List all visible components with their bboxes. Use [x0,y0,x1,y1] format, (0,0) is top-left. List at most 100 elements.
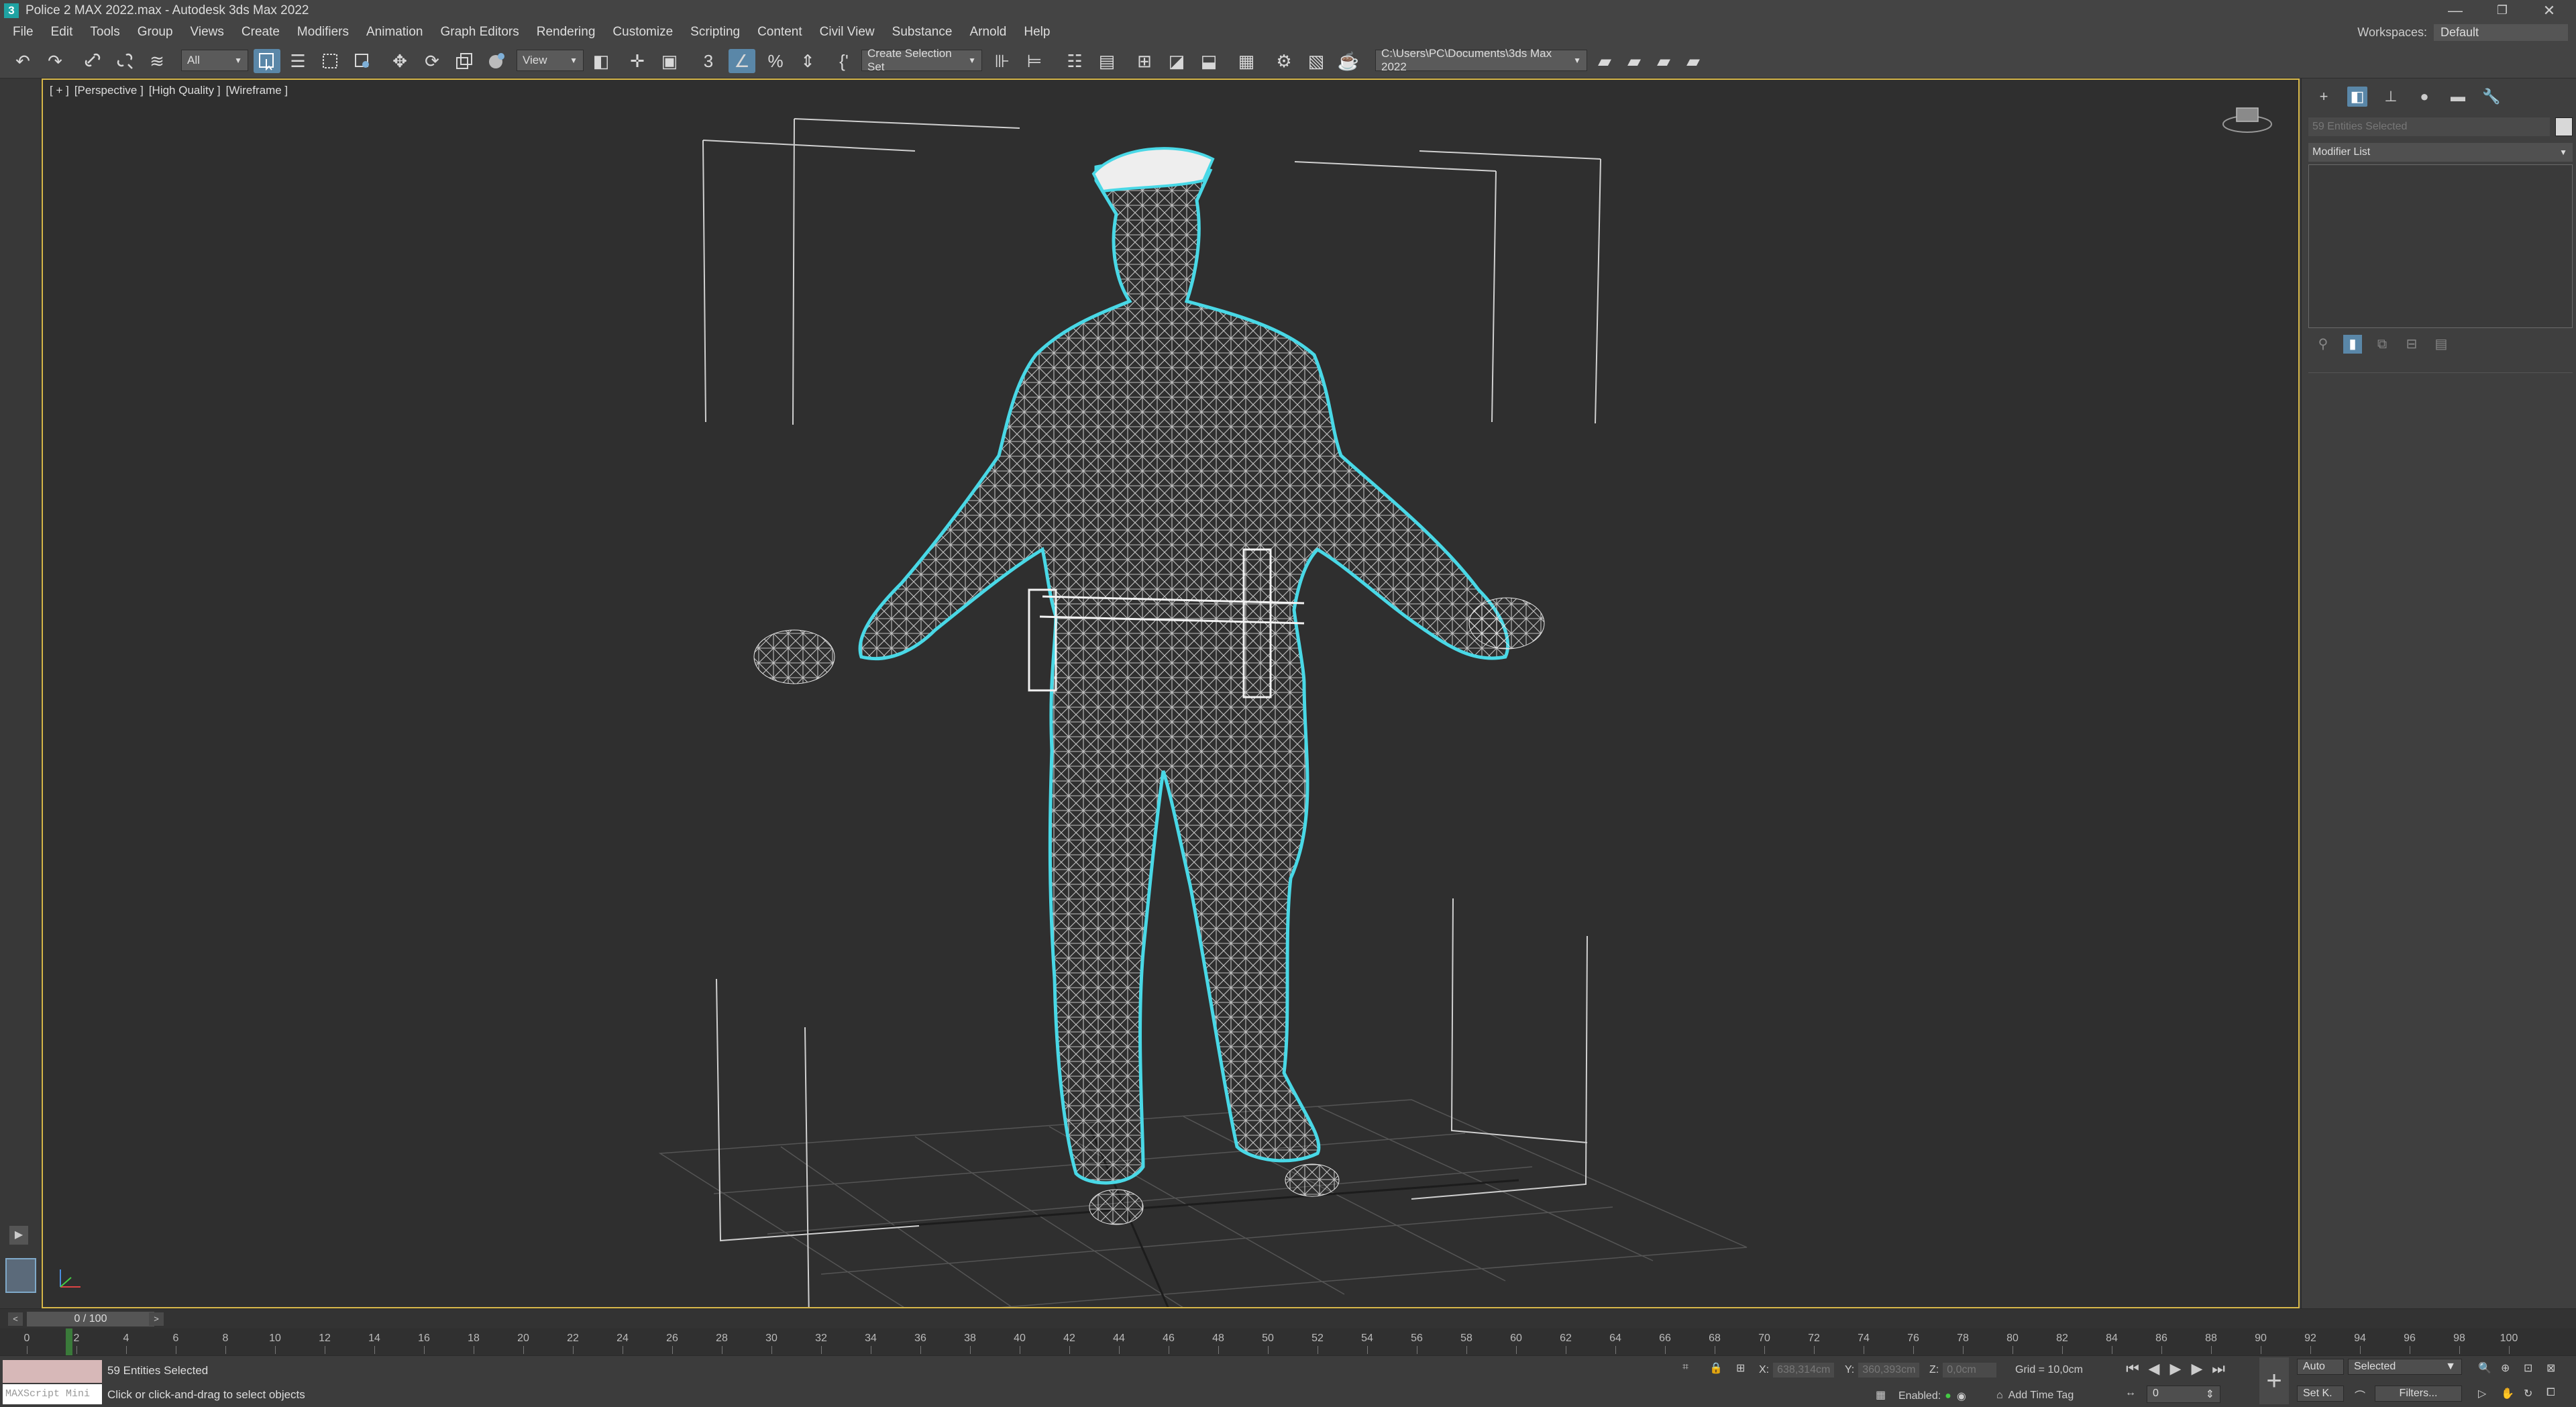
menu-group[interactable]: Group [129,25,182,40]
time-prev-icon[interactable]: < [8,1312,23,1326]
adaptive-degradation-icon[interactable]: ▦ [1876,1388,1886,1402]
menu-edit[interactable]: Edit [42,25,82,40]
set-key-button[interactable]: Set K. [2297,1386,2344,1402]
field-of-view-icon[interactable]: ▷ [2478,1387,2486,1400]
unlink-icon[interactable] [111,49,138,73]
keyboard-shortcut-override-icon[interactable]: ▣ [656,49,683,73]
motion-tab-icon[interactable]: ● [2414,87,2434,107]
menu-animation[interactable]: Animation [358,25,432,40]
redo-icon[interactable]: ↷ [42,49,68,73]
key-tangent-icon[interactable]: ⌒ [2355,1387,2365,1403]
modify-tab-icon[interactable]: ◧ [2347,87,2367,107]
menu-content[interactable]: Content [749,25,811,40]
align-icon[interactable]: ⊨ [1021,49,1048,73]
expand-layout-icon[interactable]: ▶ [9,1226,28,1245]
select-manipulate-icon[interactable]: ✛ [624,49,651,73]
menu-create[interactable]: Create [233,25,288,40]
curve-editor-icon[interactable]: ◪ [1163,49,1190,73]
absolute-mode-icon[interactable]: ⊞ [1736,1361,1745,1375]
render-setup-icon[interactable]: ⚙ [1271,49,1297,73]
set-key-icon[interactable]: + [2259,1357,2289,1404]
minimize-button[interactable]: — [2428,0,2482,21]
snaps-toggle-icon[interactable]: 3 [695,49,722,73]
viewport-shading-menu[interactable]: [Wireframe ] [226,84,288,97]
bind-space-warp-icon[interactable]: ≋ [144,49,170,73]
goto-end-icon[interactable]: ⏭ [2208,1360,2229,1377]
goto-start-icon[interactable]: ⏮ [2123,1360,2143,1377]
viewport-labels[interactable]: [ + ] [Perspective ] [High Quality ] [Wi… [50,84,288,97]
select-by-name-icon[interactable]: ☰ [284,49,311,73]
time-tag-enabled[interactable]: Enabled: ● ◉ [1898,1390,1966,1403]
time-slider[interactable]: 0 / 100 [27,1312,154,1326]
show-end-result-icon[interactable]: ▮ [2343,335,2362,354]
create-project-icon[interactable]: ▰ [1650,49,1677,73]
previous-frame-icon[interactable]: ◀ [2144,1360,2164,1377]
orbit-icon[interactable]: ↻ [2524,1387,2532,1400]
link-icon[interactable] [79,49,106,73]
isolate-selection-icon[interactable]: ⌗ [1682,1361,1688,1373]
key-filter-dropdown[interactable]: Selected ▼ [2348,1359,2462,1375]
render-teapot-icon[interactable]: ☕ [1335,49,1362,73]
viewport-plus-menu[interactable]: [ + ] [50,84,69,97]
play-icon[interactable]: ▶ [2165,1360,2186,1377]
menu-scripting[interactable]: Scripting [682,25,749,40]
edit-named-selection-icon[interactable]: {ʹ [830,49,857,73]
open-project-icon[interactable]: ▰ [1621,49,1648,73]
selection-lock-icon[interactable]: 🔒 [1709,1361,1723,1375]
hierarchy-tab-icon[interactable]: ⊥ [2381,87,2401,107]
z-value[interactable]: 0,0cm [1943,1363,1997,1377]
zoom-extents-icon[interactable]: ⊡ [2524,1361,2532,1375]
track-bar[interactable]: 0 2 4 6 8 10 12 14 16 18 20 22 24 26 28 30 32 34 36 38 40 42 4… [0,1328,2576,1355]
rectangular-selection-icon[interactable] [317,49,343,73]
menu-arnold[interactable]: Arnold [961,25,1015,40]
y-coordinate[interactable]: Y: 360,393cm [1845,1363,1920,1377]
viewcube-icon[interactable] [2220,97,2274,138]
maxscript-listener-box[interactable] [3,1360,102,1383]
modifier-list-dropdown[interactable]: Modifier List ▼ [2308,143,2573,162]
pin-stack-icon[interactable]: ⚲ [2314,335,2332,354]
schematic-view-icon[interactable]: ⬓ [1195,49,1222,73]
menu-views[interactable]: Views [182,25,233,40]
move-icon[interactable]: ✥ [386,49,413,73]
named-selection-dropdown[interactable]: Create Selection Set ▼ [861,47,982,73]
spinner-snap-icon[interactable]: ⇕ [794,49,821,73]
project-settings-icon[interactable]: ▰ [1680,49,1707,73]
object-color-swatch[interactable] [2555,117,2573,136]
z-coordinate[interactable]: Z: 0,0cm [1929,1363,1997,1377]
make-unique-icon[interactable]: ⧉ [2373,335,2392,354]
project-folder-icon[interactable]: ▰ [1591,49,1618,73]
zoom-extents-all-icon[interactable]: ⊠ [2546,1361,2555,1375]
display-tab-icon[interactable]: ▬ [2448,87,2468,107]
menu-tools[interactable]: Tools [81,25,128,40]
menu-substance[interactable]: Substance [883,25,961,40]
place-icon[interactable] [483,49,510,73]
toggle-ribbon-icon[interactable]: ⊞ [1131,49,1158,73]
zoom-icon[interactable]: 🔍 [2478,1361,2491,1375]
undo-icon[interactable]: ↶ [9,49,36,73]
y-value[interactable]: 360,393cm [1858,1363,1920,1377]
time-config-icon[interactable]: ↔ [2125,1387,2136,1399]
material-editor-icon[interactable]: ▦ [1233,49,1260,73]
scale-icon[interactable] [451,49,478,73]
x-value[interactable]: 638,314cm [1773,1363,1835,1377]
zoom-all-icon[interactable]: ⊕ [2501,1361,2510,1375]
time-next-icon[interactable]: > [149,1312,164,1326]
close-button[interactable]: ✕ [2522,0,2576,21]
workspace-dropdown[interactable]: Default [2434,23,2568,41]
pan-icon[interactable]: ✋ [2501,1387,2514,1400]
utilities-tab-icon[interactable]: 🔧 [2481,87,2502,107]
maximize-viewport-icon[interactable]: ⧠ [2546,1387,2555,1399]
perspective-viewport[interactable]: [ + ] [Perspective ] [High Quality ] [Wi… [42,79,2300,1308]
current-frame-marker[interactable] [66,1328,72,1355]
window-crossing-icon[interactable] [349,49,376,73]
current-frame-field[interactable]: 0 ⇕ [2147,1386,2220,1403]
configure-modifier-sets-icon[interactable]: ▤ [2432,335,2451,354]
menu-modifiers[interactable]: Modifiers [288,25,358,40]
mirror-icon[interactable]: ⊪ [989,49,1016,73]
maxscript-mini-input[interactable]: MAXScript Mini [3,1384,102,1404]
viewport-layout-thumbnail[interactable] [5,1258,36,1293]
menu-rendering[interactable]: Rendering [528,25,604,40]
layer-explorer-icon[interactable]: ▤ [1093,49,1120,73]
viewport-point-of-view-menu[interactable]: [Perspective ] [74,84,144,97]
auto-key-button[interactable]: Auto [2297,1359,2344,1375]
